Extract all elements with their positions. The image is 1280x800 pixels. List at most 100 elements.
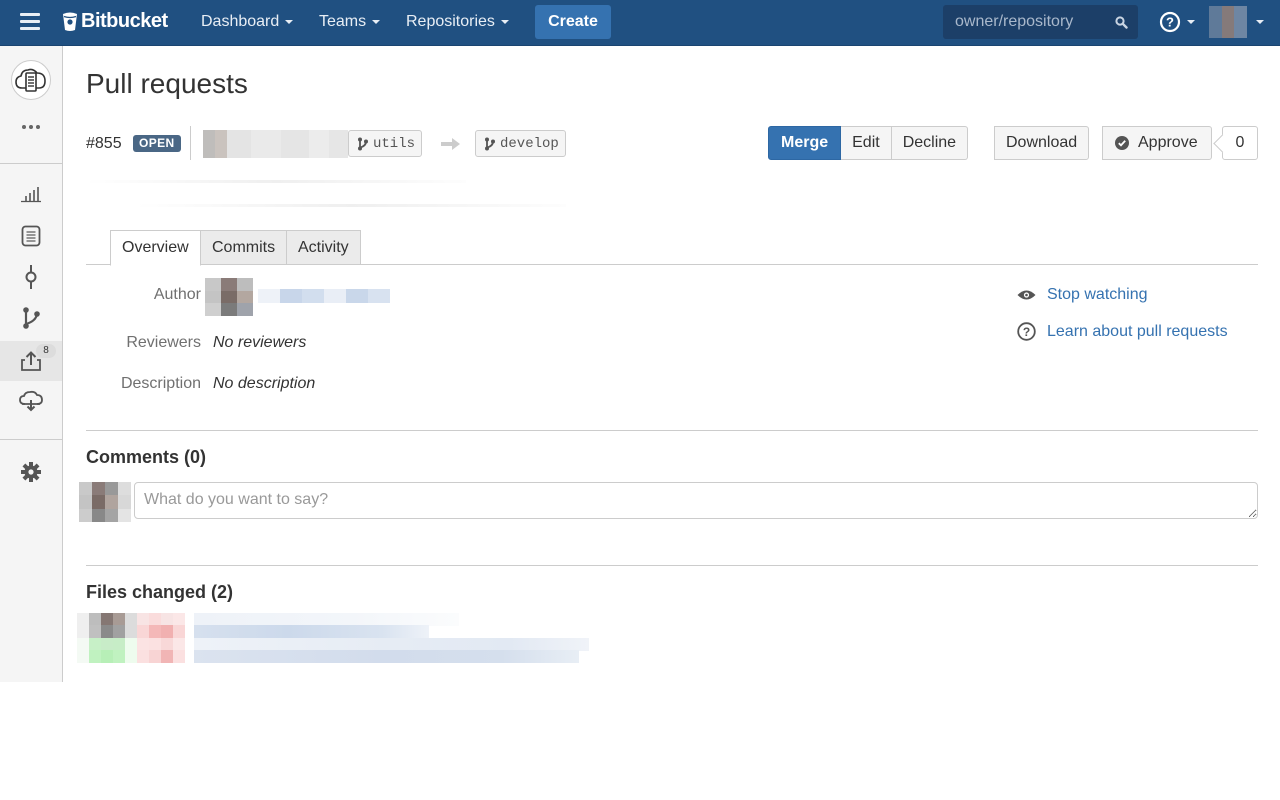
chevron-down-icon[interactable]	[1256, 20, 1264, 24]
user-avatar[interactable]	[1209, 6, 1247, 38]
chevron-down-icon	[1187, 20, 1195, 24]
status-badge: OPEN	[133, 135, 181, 152]
file-link-2-path-blurred[interactable]	[194, 650, 579, 663]
nav-repositories-label: Repositories	[406, 13, 495, 30]
source-repository[interactable]	[203, 130, 348, 158]
approval-count: 0	[1222, 126, 1258, 160]
branch-icon	[23, 307, 40, 329]
nav-repositories[interactable]: Repositories	[406, 13, 509, 31]
author-name-link[interactable]	[258, 289, 390, 303]
chevron-down-icon	[372, 19, 381, 24]
approve-button[interactable]: Approve	[1102, 126, 1212, 160]
check-circle-icon	[1115, 136, 1129, 150]
description-label: Description	[120, 375, 201, 392]
tab-activity[interactable]: Activity	[286, 230, 361, 265]
sidebar-item-pull-requests[interactable]: 8	[0, 341, 62, 381]
stop-watching-label: Stop watching	[1047, 286, 1148, 303]
file-change-stats	[77, 625, 185, 638]
sidebar-item-settings[interactable]	[0, 452, 62, 492]
pull-request-subtitle-blurred	[136, 204, 566, 207]
help-menu[interactable]: ?	[1159, 11, 1195, 33]
approve-group: Approve	[1102, 126, 1212, 160]
help-icon: ?	[1159, 11, 1181, 33]
cloud-download-icon	[19, 390, 43, 412]
cloud-repo-icon	[15, 68, 46, 92]
file-change-stats	[77, 638, 185, 651]
approve-label: Approve	[1138, 134, 1198, 151]
files-changed-heading: Files changed (2)	[86, 582, 234, 602]
nav-dashboard-label: Dashboard	[201, 13, 280, 30]
search-icon[interactable]	[1115, 16, 1128, 29]
bitbucket-logo[interactable]: Bitbucket	[62, 10, 168, 33]
sidebar-item-branches[interactable]	[0, 298, 62, 338]
create-button[interactable]: Create	[535, 5, 611, 39]
edit-button[interactable]: Edit	[841, 126, 892, 160]
sidebar-divider	[0, 163, 62, 164]
merge-actions-group: Merge Edit Decline	[768, 126, 969, 160]
section-divider	[86, 430, 1258, 431]
current-user-avatar	[79, 482, 131, 522]
pull-request-count-badge: 8	[36, 344, 56, 358]
repository-search	[943, 5, 1138, 39]
pull-request-id: #855	[86, 135, 122, 152]
more-button[interactable]	[11, 112, 51, 142]
branch-icon	[485, 137, 495, 150]
target-branch[interactable]: develop	[475, 130, 566, 157]
file-link-1-path-blurred[interactable]	[194, 625, 429, 638]
chevron-down-icon	[285, 19, 294, 24]
ellipsis-icon	[22, 125, 26, 129]
pull-request-tabs: Overview Commits Activity	[86, 229, 1258, 266]
tab-commits[interactable]: Commits	[200, 230, 288, 265]
sidebar-item-source[interactable]	[0, 216, 62, 256]
nav-dashboard[interactable]: Dashboard	[201, 13, 294, 31]
svg-text:?: ?	[1023, 325, 1030, 339]
comments-heading: Comments (0)	[86, 447, 207, 467]
document-icon	[21, 225, 41, 247]
eye-icon	[1017, 290, 1036, 300]
sidebar-item-statistics[interactable]	[0, 174, 62, 214]
gear-icon	[21, 462, 41, 482]
menu-icon[interactable]	[20, 13, 40, 31]
sidebar-item-commits[interactable]	[0, 257, 62, 297]
learn-pull-requests-label: Learn about pull requests	[1047, 322, 1228, 340]
merge-button[interactable]: Merge	[768, 126, 842, 160]
reviewers-label: Reviewers	[126, 334, 201, 351]
comment-input[interactable]	[134, 482, 1258, 519]
nav-teams[interactable]: Teams	[319, 13, 381, 31]
stop-watching-link[interactable]: Stop watching	[1017, 286, 1148, 304]
file-link-1-blurred[interactable]	[194, 613, 459, 626]
bucket-icon	[63, 12, 77, 31]
header-divider	[190, 126, 191, 160]
brand-name: Bitbucket	[81, 10, 168, 32]
download-group: Download	[994, 126, 1090, 160]
chevron-down-icon	[500, 19, 509, 24]
description-value: No description	[213, 375, 316, 392]
top-navigation-bar: Bitbucket Dashboard Teams Repositories C…	[0, 0, 1280, 46]
repository-sidebar: 8	[0, 46, 63, 682]
bar-chart-icon	[21, 187, 41, 203]
learn-pull-requests-link[interactable]: ? Learn about pull requests	[1017, 322, 1228, 341]
sidebar-item-downloads[interactable]	[0, 381, 62, 421]
download-button[interactable]: Download	[994, 126, 1090, 160]
file-change-stats	[77, 650, 185, 663]
author-avatar[interactable]	[205, 278, 253, 316]
tab-overview[interactable]: Overview	[110, 230, 201, 266]
author-label: Author	[153, 286, 201, 303]
arrow-right-icon	[441, 138, 460, 150]
pull-request-title-blurred	[86, 180, 466, 183]
section-divider	[86, 565, 1258, 566]
nav-teams-label: Teams	[319, 13, 367, 30]
search-input[interactable]	[943, 5, 1108, 39]
branch-icon	[358, 137, 368, 150]
decline-button[interactable]: Decline	[891, 126, 969, 160]
page-title: Pull requests	[86, 68, 248, 99]
source-branch-name: utils	[373, 135, 416, 152]
approval-count-value: 0	[1235, 134, 1245, 151]
repository-avatar[interactable]	[11, 60, 51, 100]
file-link-2-blurred[interactable]	[194, 638, 589, 651]
file-change-stats	[77, 613, 185, 626]
reviewers-value: No reviewers	[213, 334, 307, 351]
sidebar-divider	[0, 439, 62, 440]
source-branch[interactable]: utils	[348, 130, 423, 157]
svg-text:?: ?	[1166, 15, 1174, 30]
